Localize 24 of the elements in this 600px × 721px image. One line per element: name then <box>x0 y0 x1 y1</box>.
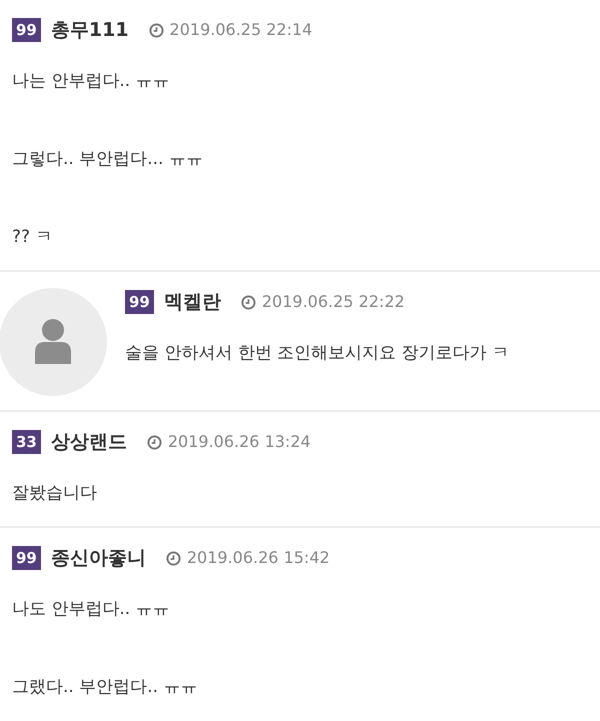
comment-time: 2019.06.26 15:42 <box>186 547 330 569</box>
comment-text: 나도 안부럽다.. ㅠㅠ <box>12 598 171 621</box>
comment-time: 2019.06.25 22:22 <box>262 291 405 313</box>
clock-icon <box>146 434 162 450</box>
comment-text: 그랬다.. 부안럽다.. ㅠㅠ <box>12 676 198 699</box>
comment-text: 잘봤습니다 <box>12 482 98 505</box>
comment-time: 2019.06.25 22:14 <box>170 19 312 41</box>
level-badge: 99 <box>12 18 41 42</box>
level-badge: 99 <box>12 546 41 570</box>
level-badge: 99 <box>125 290 154 314</box>
author-name: 상상랜드 <box>50 430 127 455</box>
clock-icon <box>148 22 164 38</box>
comment-text: 나는 안부럽다.. ㅠㅠ <box>12 70 171 93</box>
author-name: 멕켈란 <box>164 290 221 315</box>
author-name: 종신아좋니 <box>50 546 146 571</box>
author-name: 총무111 <box>50 18 129 43</box>
level-badge: 33 <box>12 430 41 454</box>
clock-icon <box>166 550 181 566</box>
clock-icon <box>240 294 256 310</box>
comment-text: 그렇다.. 부안럽다... ㅠㅠ <box>12 148 204 171</box>
user-icon <box>33 318 73 366</box>
comment-text: 술을 안하셔서 한번 조인해보시지요 장기로다가 ㅋ <box>125 342 510 365</box>
comment-text: ?? ㅋ <box>12 226 54 249</box>
comment-time: 2019.06.26 13:24 <box>168 431 311 453</box>
